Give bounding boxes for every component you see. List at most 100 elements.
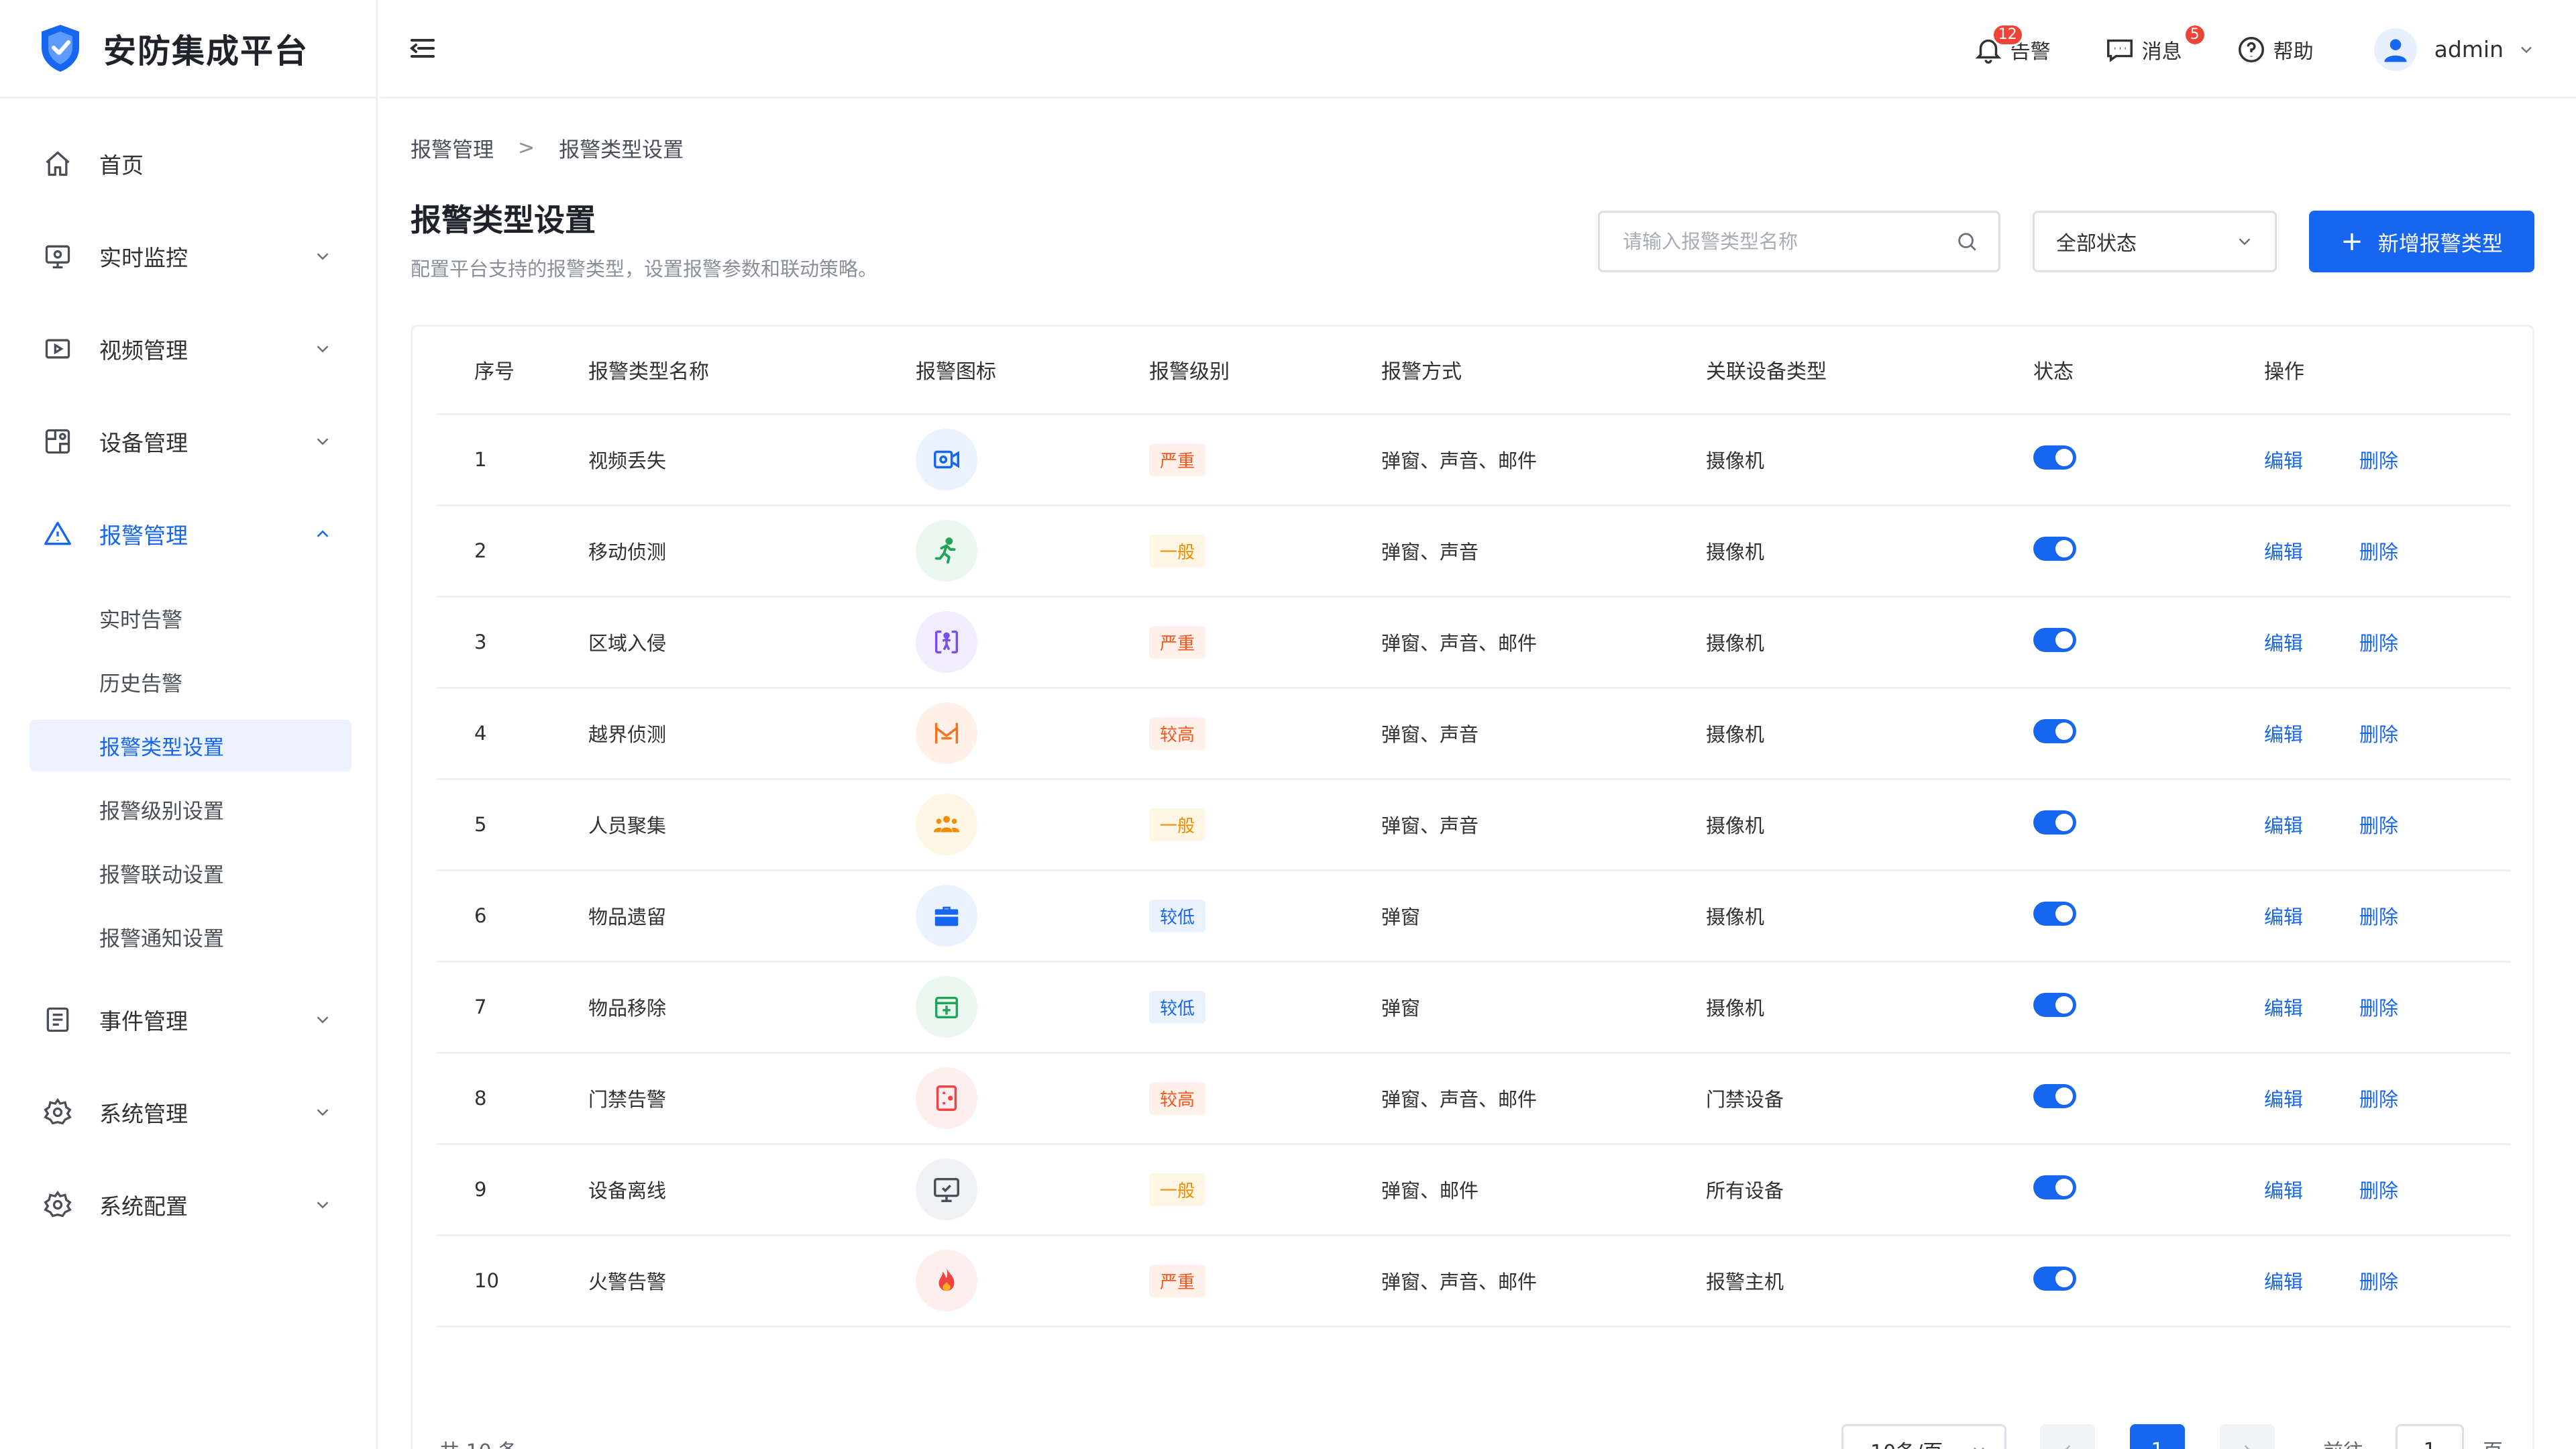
goto-page-input[interactable] <box>2396 1424 2464 1449</box>
cell-name: 越界侦测 <box>588 688 916 780</box>
cell-status <box>2033 1053 2264 1145</box>
status-toggle[interactable] <box>2033 992 2076 1017</box>
sidebar-item-alarm[interactable]: 报警管理 <box>0 488 376 580</box>
status-toggle[interactable] <box>2033 445 2076 470</box>
cell-actions: 编辑 删除 <box>2264 505 2511 598</box>
delete-link[interactable]: 删除 <box>2359 1267 2398 1295</box>
sidebar-item-system-config[interactable]: 系统配置 <box>0 1159 376 1251</box>
add-alarm-type-button[interactable]: + 新增报警类型 <box>2309 211 2534 272</box>
search-icon[interactable] <box>1955 230 1978 253</box>
delete-link[interactable]: 删除 <box>2359 628 2398 656</box>
sidebar-item-video[interactable]: 视频管理 <box>0 303 376 395</box>
edit-link[interactable]: 编辑 <box>2264 810 2303 839</box>
cell-name: 设备离线 <box>588 1144 916 1236</box>
delete-link[interactable]: 删除 <box>2359 1175 2398 1203</box>
status-toggle[interactable] <box>2033 1083 2076 1108</box>
menu-collapse-icon[interactable] <box>407 32 439 64</box>
cell-index: 9 <box>437 1144 588 1236</box>
search-input[interactable] <box>1623 230 1955 253</box>
edit-link[interactable]: 编辑 <box>2264 445 2303 474</box>
cell-index: 2 <box>437 505 588 598</box>
cell-actions: 编辑 删除 <box>2264 414 2511 506</box>
status-toggle[interactable] <box>2033 810 2076 835</box>
column-header: 报警图标 <box>916 327 1149 415</box>
cell-name: 物品移除 <box>588 961 916 1054</box>
page-title: 报警类型设置 <box>411 202 596 238</box>
delete-link[interactable]: 删除 <box>2359 1084 2398 1112</box>
status-toggle[interactable] <box>2033 718 2076 743</box>
message-label: 消息 <box>2141 40 2182 64</box>
level-tag: 严重 <box>1149 443 1206 476</box>
edit-link[interactable]: 编辑 <box>2264 537 2303 565</box>
cell-mode: 弹窗、声音、邮件 <box>1381 1235 1706 1328</box>
cell-device: 摄像机 <box>1706 961 2033 1054</box>
cell-status <box>2033 779 2264 871</box>
submenu-alarm-type-settings[interactable]: 报警类型设置 <box>30 720 352 771</box>
edit-link[interactable]: 编辑 <box>2264 1267 2303 1295</box>
delete-link[interactable]: 删除 <box>2359 902 2398 930</box>
sidebar-item-device[interactable]: 设备管理 <box>0 395 376 488</box>
table-row: 7 物品移除 较低 弹窗 摄像机 编辑 删除 <box>437 961 2511 1054</box>
status-toggle[interactable] <box>2033 1266 2076 1291</box>
cell-index: 8 <box>437 1053 588 1145</box>
boundary-icon <box>916 702 977 764</box>
edit-link[interactable]: 编辑 <box>2264 628 2303 656</box>
column-header: 报警级别 <box>1149 327 1381 415</box>
cell-level: 较低 <box>1149 961 1381 1054</box>
edit-link[interactable]: 编辑 <box>2264 1175 2303 1203</box>
fire-icon <box>916 1250 977 1311</box>
column-header: 操作 <box>2264 327 2511 415</box>
delete-link[interactable]: 删除 <box>2359 537 2398 565</box>
delete-link[interactable]: 删除 <box>2359 993 2398 1021</box>
alarm-button[interactable]: 12 告警 <box>1973 23 2051 65</box>
chevron-up-icon <box>317 530 329 537</box>
edit-link[interactable]: 编辑 <box>2264 902 2303 930</box>
message-button[interactable]: 5 消息 <box>2104 23 2206 65</box>
sidebar-item-monitor[interactable]: 实时监控 <box>0 210 376 303</box>
submenu-alarm-level-settings[interactable]: 报警级别设置 <box>30 784 352 835</box>
next-page-button[interactable] <box>2220 1424 2275 1449</box>
edit-link[interactable]: 编辑 <box>2264 993 2303 1021</box>
cell-icon <box>916 1144 1149 1236</box>
sidebar-item-label: 事件管理 <box>99 1008 188 1034</box>
cell-device: 摄像机 <box>1706 688 2033 780</box>
topbar: 12 告警 5 消息 帮助 admin <box>380 0 2576 99</box>
delete-link[interactable]: 删除 <box>2359 810 2398 839</box>
side-menu: 首页 实时监控 视频管理 设备管理 报警管理 实时告警 历史告警 报警类型设置 … <box>0 99 376 1251</box>
breadcrumb: 报警管理 > 报警类型设置 <box>411 133 684 163</box>
submenu-realtime-alarm[interactable]: 实时告警 <box>30 592 352 644</box>
cell-icon <box>916 414 1149 506</box>
level-tag: 一般 <box>1149 1173 1206 1206</box>
cell-device: 摄像机 <box>1706 870 2033 963</box>
chevron-left-icon <box>2065 1445 2071 1449</box>
level-tag: 较低 <box>1149 990 1206 1024</box>
submenu-alarm-linkage-settings[interactable]: 报警联动设置 <box>30 847 352 899</box>
chevron-down-icon <box>2521 46 2532 53</box>
sidebar: 安防集成平台 首页 实时监控 视频管理 设备管理 报警管理 实时告警 历史告警 … <box>0 0 378 1449</box>
user-menu[interactable]: admin <box>2373 28 2536 71</box>
table-row: 3 区域入侵 严重 弹窗、声音、邮件 摄像机 编辑 删除 <box>437 596 2511 689</box>
submenu-history-alarm[interactable]: 历史告警 <box>30 656 352 708</box>
sidebar-item-event[interactable]: 事件管理 <box>0 973 376 1066</box>
page-size-select[interactable]: 10条/页 <box>1841 1424 2006 1449</box>
status-toggle[interactable] <box>2033 627 2076 652</box>
delete-link[interactable]: 删除 <box>2359 445 2398 474</box>
sidebar-item-home[interactable]: 首页 <box>0 117 376 210</box>
goto-suffix: 页 <box>2483 1435 2503 1449</box>
cell-icon <box>916 596 1149 689</box>
page-number-current[interactable]: 1 <box>2130 1424 2185 1449</box>
status-select[interactable]: 全部状态 <box>2033 211 2277 272</box>
status-toggle[interactable] <box>2033 536 2076 561</box>
submenu-alarm-notify-settings[interactable]: 报警通知设置 <box>30 911 352 963</box>
breadcrumb-item[interactable]: 报警管理 <box>411 133 494 163</box>
help-button[interactable]: 帮助 <box>2236 34 2314 65</box>
prev-page-button[interactable] <box>2040 1424 2095 1449</box>
edit-link[interactable]: 编辑 <box>2264 719 2303 747</box>
edit-link[interactable]: 编辑 <box>2264 1084 2303 1112</box>
status-toggle[interactable] <box>2033 1175 2076 1199</box>
sidebar-item-system-manage[interactable]: 系统管理 <box>0 1066 376 1159</box>
status-toggle[interactable] <box>2033 901 2076 926</box>
delete-link[interactable]: 删除 <box>2359 719 2398 747</box>
alarm-type-table: 序号 报警类型名称 报警图标 报警级别 报警方式 关联设备类型 状态 操作 1视… <box>437 327 2511 1328</box>
chevron-down-icon <box>317 1109 329 1116</box>
